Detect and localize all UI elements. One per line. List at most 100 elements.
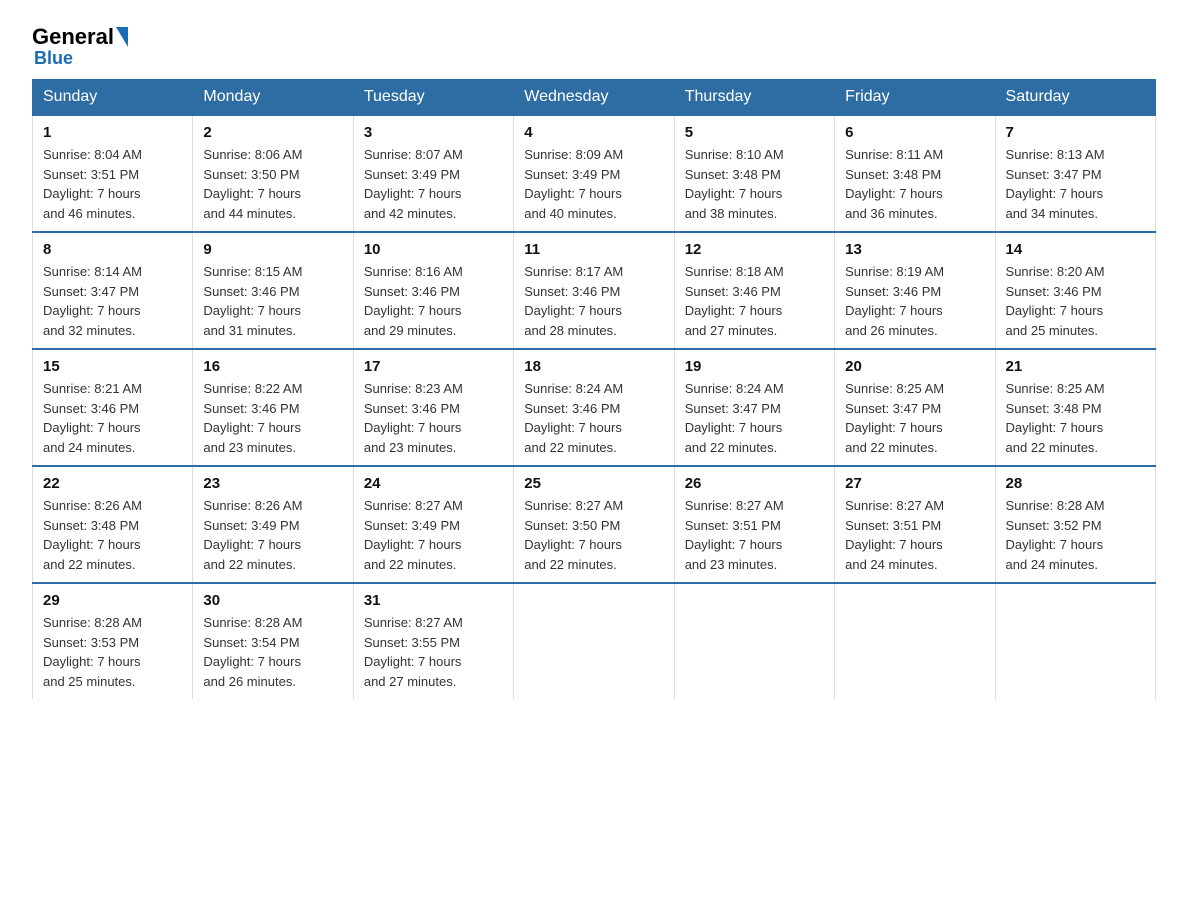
calendar-cell: 20 Sunrise: 8:25 AM Sunset: 3:47 PM Dayl… xyxy=(835,349,995,466)
calendar-header-row: SundayMondayTuesdayWednesdayThursdayFrid… xyxy=(33,80,1156,116)
logo: General Blue xyxy=(32,24,128,69)
calendar-header-monday: Monday xyxy=(193,80,353,116)
day-number: 13 xyxy=(845,241,984,258)
day-number: 3 xyxy=(364,124,503,141)
day-info: Sunrise: 8:19 AM Sunset: 3:46 PM Dayligh… xyxy=(845,262,984,340)
day-info: Sunrise: 8:28 AM Sunset: 3:54 PM Dayligh… xyxy=(203,613,342,691)
day-number: 31 xyxy=(364,592,503,609)
calendar-header-wednesday: Wednesday xyxy=(514,80,674,116)
calendar-cell: 19 Sunrise: 8:24 AM Sunset: 3:47 PM Dayl… xyxy=(674,349,834,466)
day-info: Sunrise: 8:27 AM Sunset: 3:49 PM Dayligh… xyxy=(364,496,503,574)
calendar-header-sunday: Sunday xyxy=(33,80,193,116)
calendar-cell: 21 Sunrise: 8:25 AM Sunset: 3:48 PM Dayl… xyxy=(995,349,1155,466)
day-number: 27 xyxy=(845,475,984,492)
calendar-cell: 28 Sunrise: 8:28 AM Sunset: 3:52 PM Dayl… xyxy=(995,466,1155,583)
day-info: Sunrise: 8:27 AM Sunset: 3:51 PM Dayligh… xyxy=(685,496,824,574)
day-number: 21 xyxy=(1006,358,1145,375)
calendar-cell: 12 Sunrise: 8:18 AM Sunset: 3:46 PM Dayl… xyxy=(674,232,834,349)
calendar-cell: 9 Sunrise: 8:15 AM Sunset: 3:46 PM Dayli… xyxy=(193,232,353,349)
day-info: Sunrise: 8:10 AM Sunset: 3:48 PM Dayligh… xyxy=(685,145,824,223)
calendar-week-row: 1 Sunrise: 8:04 AM Sunset: 3:51 PM Dayli… xyxy=(33,115,1156,232)
day-info: Sunrise: 8:28 AM Sunset: 3:52 PM Dayligh… xyxy=(1006,496,1145,574)
day-info: Sunrise: 8:25 AM Sunset: 3:47 PM Dayligh… xyxy=(845,379,984,457)
calendar-cell: 24 Sunrise: 8:27 AM Sunset: 3:49 PM Dayl… xyxy=(353,466,513,583)
day-number: 12 xyxy=(685,241,824,258)
day-info: Sunrise: 8:24 AM Sunset: 3:46 PM Dayligh… xyxy=(524,379,663,457)
day-number: 25 xyxy=(524,475,663,492)
day-number: 28 xyxy=(1006,475,1145,492)
day-info: Sunrise: 8:27 AM Sunset: 3:55 PM Dayligh… xyxy=(364,613,503,691)
day-number: 7 xyxy=(1006,124,1145,141)
day-info: Sunrise: 8:15 AM Sunset: 3:46 PM Dayligh… xyxy=(203,262,342,340)
calendar-cell: 29 Sunrise: 8:28 AM Sunset: 3:53 PM Dayl… xyxy=(33,583,193,699)
day-number: 24 xyxy=(364,475,503,492)
day-info: Sunrise: 8:21 AM Sunset: 3:46 PM Dayligh… xyxy=(43,379,182,457)
day-info: Sunrise: 8:26 AM Sunset: 3:49 PM Dayligh… xyxy=(203,496,342,574)
calendar-cell: 4 Sunrise: 8:09 AM Sunset: 3:49 PM Dayli… xyxy=(514,115,674,232)
day-number: 8 xyxy=(43,241,182,258)
calendar-cell: 25 Sunrise: 8:27 AM Sunset: 3:50 PM Dayl… xyxy=(514,466,674,583)
day-number: 22 xyxy=(43,475,182,492)
calendar-cell xyxy=(995,583,1155,699)
day-number: 4 xyxy=(524,124,663,141)
day-number: 23 xyxy=(203,475,342,492)
day-number: 6 xyxy=(845,124,984,141)
calendar-header-friday: Friday xyxy=(835,80,995,116)
calendar-cell xyxy=(835,583,995,699)
day-info: Sunrise: 8:07 AM Sunset: 3:49 PM Dayligh… xyxy=(364,145,503,223)
day-info: Sunrise: 8:11 AM Sunset: 3:48 PM Dayligh… xyxy=(845,145,984,223)
logo-blue: Blue xyxy=(34,48,73,69)
calendar-cell xyxy=(514,583,674,699)
calendar-cell: 16 Sunrise: 8:22 AM Sunset: 3:46 PM Dayl… xyxy=(193,349,353,466)
calendar-cell: 14 Sunrise: 8:20 AM Sunset: 3:46 PM Dayl… xyxy=(995,232,1155,349)
calendar-week-row: 29 Sunrise: 8:28 AM Sunset: 3:53 PM Dayl… xyxy=(33,583,1156,699)
day-info: Sunrise: 8:23 AM Sunset: 3:46 PM Dayligh… xyxy=(364,379,503,457)
calendar-cell: 13 Sunrise: 8:19 AM Sunset: 3:46 PM Dayl… xyxy=(835,232,995,349)
page-header: General Blue xyxy=(32,24,1156,69)
calendar-week-row: 8 Sunrise: 8:14 AM Sunset: 3:47 PM Dayli… xyxy=(33,232,1156,349)
day-info: Sunrise: 8:14 AM Sunset: 3:47 PM Dayligh… xyxy=(43,262,182,340)
logo-general: General xyxy=(32,24,114,50)
day-number: 14 xyxy=(1006,241,1145,258)
calendar-cell: 11 Sunrise: 8:17 AM Sunset: 3:46 PM Dayl… xyxy=(514,232,674,349)
day-number: 10 xyxy=(364,241,503,258)
calendar-header-thursday: Thursday xyxy=(674,80,834,116)
calendar-cell xyxy=(674,583,834,699)
calendar-cell: 7 Sunrise: 8:13 AM Sunset: 3:47 PM Dayli… xyxy=(995,115,1155,232)
calendar-cell: 1 Sunrise: 8:04 AM Sunset: 3:51 PM Dayli… xyxy=(33,115,193,232)
day-info: Sunrise: 8:16 AM Sunset: 3:46 PM Dayligh… xyxy=(364,262,503,340)
day-number: 9 xyxy=(203,241,342,258)
day-info: Sunrise: 8:18 AM Sunset: 3:46 PM Dayligh… xyxy=(685,262,824,340)
logo-text: General xyxy=(32,24,128,50)
day-info: Sunrise: 8:26 AM Sunset: 3:48 PM Dayligh… xyxy=(43,496,182,574)
calendar-cell: 15 Sunrise: 8:21 AM Sunset: 3:46 PM Dayl… xyxy=(33,349,193,466)
calendar-cell: 17 Sunrise: 8:23 AM Sunset: 3:46 PM Dayl… xyxy=(353,349,513,466)
day-number: 17 xyxy=(364,358,503,375)
day-number: 20 xyxy=(845,358,984,375)
calendar-cell: 30 Sunrise: 8:28 AM Sunset: 3:54 PM Dayl… xyxy=(193,583,353,699)
calendar-cell: 18 Sunrise: 8:24 AM Sunset: 3:46 PM Dayl… xyxy=(514,349,674,466)
calendar-cell: 5 Sunrise: 8:10 AM Sunset: 3:48 PM Dayli… xyxy=(674,115,834,232)
calendar-cell: 26 Sunrise: 8:27 AM Sunset: 3:51 PM Dayl… xyxy=(674,466,834,583)
day-number: 16 xyxy=(203,358,342,375)
day-number: 15 xyxy=(43,358,182,375)
calendar-cell: 6 Sunrise: 8:11 AM Sunset: 3:48 PM Dayli… xyxy=(835,115,995,232)
day-number: 30 xyxy=(203,592,342,609)
calendar-cell: 27 Sunrise: 8:27 AM Sunset: 3:51 PM Dayl… xyxy=(835,466,995,583)
calendar-week-row: 22 Sunrise: 8:26 AM Sunset: 3:48 PM Dayl… xyxy=(33,466,1156,583)
day-number: 19 xyxy=(685,358,824,375)
day-info: Sunrise: 8:27 AM Sunset: 3:50 PM Dayligh… xyxy=(524,496,663,574)
calendar-week-row: 15 Sunrise: 8:21 AM Sunset: 3:46 PM Dayl… xyxy=(33,349,1156,466)
day-number: 11 xyxy=(524,241,663,258)
day-info: Sunrise: 8:24 AM Sunset: 3:47 PM Dayligh… xyxy=(685,379,824,457)
day-number: 1 xyxy=(43,124,182,141)
calendar-cell: 8 Sunrise: 8:14 AM Sunset: 3:47 PM Dayli… xyxy=(33,232,193,349)
day-info: Sunrise: 8:27 AM Sunset: 3:51 PM Dayligh… xyxy=(845,496,984,574)
calendar-header-tuesday: Tuesday xyxy=(353,80,513,116)
logo-triangle-icon xyxy=(116,27,128,47)
calendar-cell: 23 Sunrise: 8:26 AM Sunset: 3:49 PM Dayl… xyxy=(193,466,353,583)
day-info: Sunrise: 8:13 AM Sunset: 3:47 PM Dayligh… xyxy=(1006,145,1145,223)
day-info: Sunrise: 8:28 AM Sunset: 3:53 PM Dayligh… xyxy=(43,613,182,691)
day-info: Sunrise: 8:25 AM Sunset: 3:48 PM Dayligh… xyxy=(1006,379,1145,457)
day-number: 26 xyxy=(685,475,824,492)
